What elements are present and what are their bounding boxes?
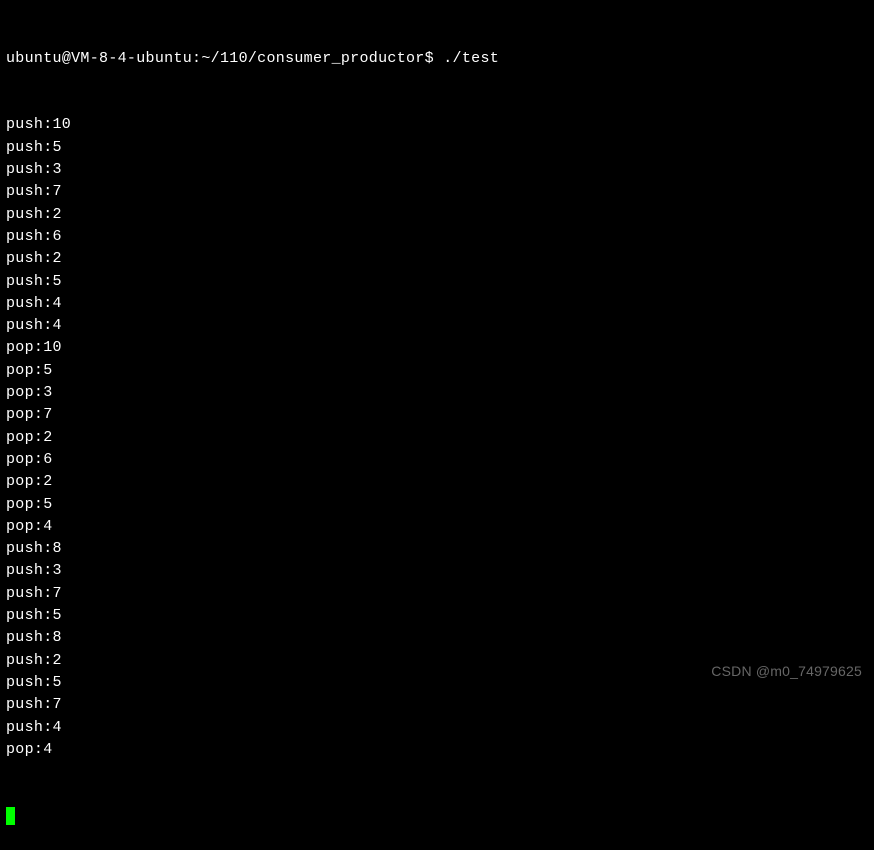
terminal-cursor xyxy=(6,807,15,825)
output-line: pop:4 xyxy=(6,739,868,761)
watermark-text: CSDN @m0_74979625 xyxy=(711,660,862,682)
output-line: pop:10 xyxy=(6,337,868,359)
output-line: push:4 xyxy=(6,315,868,337)
output-line: pop:5 xyxy=(6,360,868,382)
output-line: pop:7 xyxy=(6,404,868,426)
output-line: push:5 xyxy=(6,271,868,293)
output-line: pop:6 xyxy=(6,449,868,471)
output-line: push:3 xyxy=(6,560,868,582)
output-line: push:7 xyxy=(6,583,868,605)
cursor-line[interactable] xyxy=(6,806,868,828)
output-line: push:7 xyxy=(6,181,868,203)
prompt-path: ~/110/consumer_productor xyxy=(201,50,424,67)
output-line: push:6 xyxy=(6,226,868,248)
prompt-line[interactable]: ubuntu@VM-8-4-ubuntu:~/110/consumer_prod… xyxy=(6,48,868,70)
output-line: push:8 xyxy=(6,627,868,649)
output-line: push:2 xyxy=(6,248,868,270)
output-line: pop:5 xyxy=(6,494,868,516)
output-line: pop:2 xyxy=(6,427,868,449)
output-line: pop:3 xyxy=(6,382,868,404)
output-line: push:4 xyxy=(6,717,868,739)
output-line: push:4 xyxy=(6,293,868,315)
output-line: push:8 xyxy=(6,538,868,560)
output-line: push:2 xyxy=(6,204,868,226)
output-line: push:10 xyxy=(6,114,868,136)
prompt-symbol: $ xyxy=(425,50,434,67)
command-input: ./test xyxy=(443,50,499,67)
output-line: push:5 xyxy=(6,605,868,627)
prompt-host: VM-8-4-ubuntu xyxy=(71,50,192,67)
output-line: push:7 xyxy=(6,694,868,716)
output-line: pop:2 xyxy=(6,471,868,493)
output-line: pop:4 xyxy=(6,516,868,538)
output-line: push:3 xyxy=(6,159,868,181)
terminal-output: ubuntu@VM-8-4-ubuntu:~/110/consumer_prod… xyxy=(6,3,868,850)
output-line: push:5 xyxy=(6,137,868,159)
prompt-user: ubuntu xyxy=(6,50,62,67)
